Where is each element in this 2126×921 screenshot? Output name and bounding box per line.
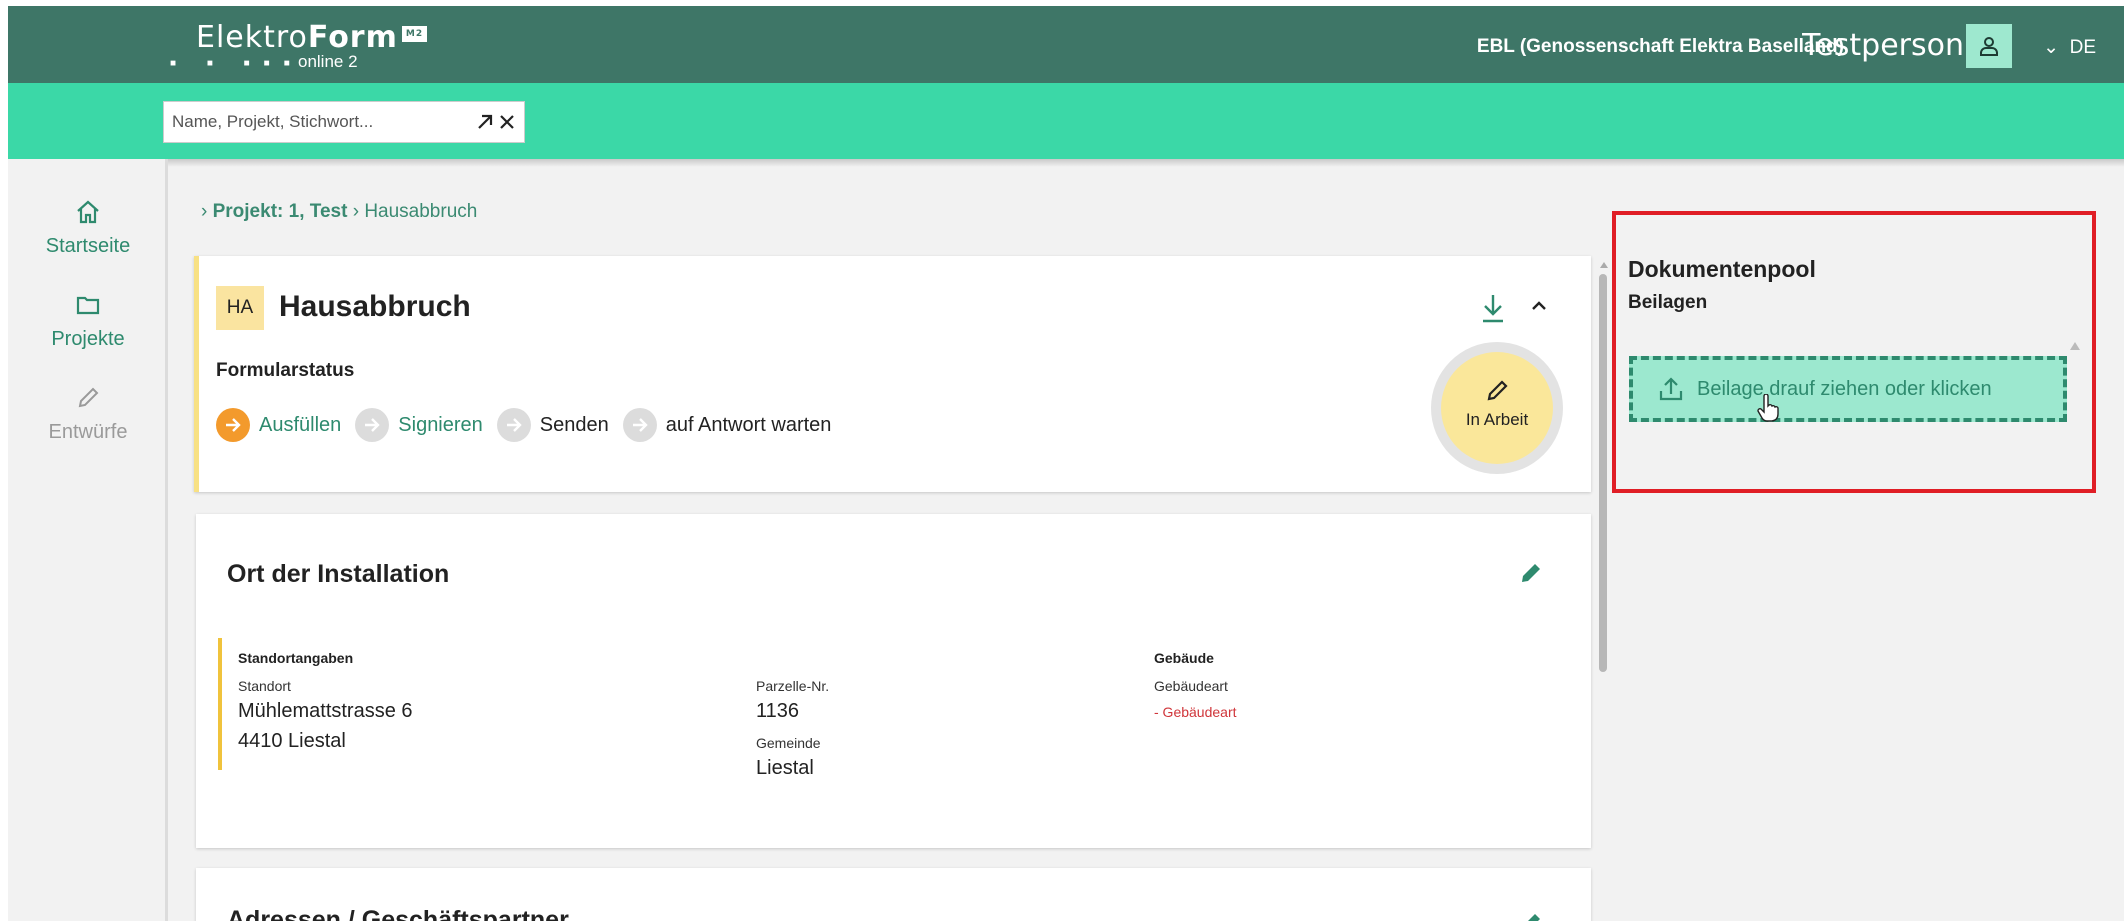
app-logo[interactable]: ElektroForm M2 ■ ■ ■■■ online 2 — [170, 20, 428, 71]
user-icon — [1980, 37, 1998, 56]
breadcrumb: › Projekt: 1, Test › Hausabbruch — [201, 201, 477, 223]
status-indicator: In Arbeit — [1431, 342, 1563, 474]
sidebar: Startseite Projekte Entwürfe — [8, 159, 168, 921]
search-input[interactable] — [172, 102, 462, 142]
status-inner: In Arbeit — [1441, 352, 1553, 464]
sidebar-item-projekte[interactable]: Projekte — [8, 292, 168, 351]
language-selector[interactable]: ⌄ DE — [2043, 36, 2096, 59]
arrow-right-icon — [496, 408, 531, 442]
pencil-icon — [1487, 380, 1508, 401]
chevron-right-icon: › — [352, 201, 360, 222]
form-title: Hausabbruch — [279, 290, 471, 323]
location-heading: Standortangaben — [238, 650, 354, 666]
section-title: Adressen / Geschäftspartner — [227, 906, 569, 921]
pencil-icon — [78, 387, 99, 408]
download-icon[interactable] — [1479, 292, 1507, 324]
parcel-value: 1136 — [756, 700, 800, 722]
logo-prefix: Elektro — [196, 20, 308, 55]
form-status-card: HA Hausabbruch Formularstatus Ausfüllen … — [194, 256, 1591, 492]
user-account-button[interactable] — [1966, 24, 2012, 68]
open-arrow-icon[interactable] — [474, 111, 496, 133]
document-pool-subtitle: Beilagen — [1628, 292, 1708, 313]
scroll-up-arrow-icon[interactable] — [1600, 262, 1608, 268]
sidebar-item-label: Projekte — [51, 328, 125, 350]
location-label: Standort — [238, 678, 291, 694]
edit-icon[interactable] — [1518, 910, 1544, 921]
document-pool-title: Dokumentenpool — [1628, 256, 1816, 282]
step-signieren[interactable]: Signieren — [355, 408, 483, 442]
step-label: Ausfüllen — [259, 413, 342, 436]
step-senden: Senden — [496, 408, 609, 442]
user-name: Testperson — [1802, 28, 1964, 63]
organization-name: EBL (Genossenschaft Elektra Baselland) — [1476, 36, 1844, 57]
installation-card: Ort der Installation Standortangaben Sta… — [196, 514, 1591, 848]
step-ausfuellen[interactable]: Ausfüllen — [216, 408, 341, 442]
municipality-label: Gemeinde — [756, 735, 821, 751]
chevron-up-icon[interactable] — [1529, 298, 1549, 312]
step-antwort-warten: auf Antwort warten — [622, 408, 832, 442]
arrow-right-icon — [216, 408, 250, 442]
location-accent-bar — [218, 638, 222, 770]
location-street: Mühlemattstrasse 6 — [238, 700, 413, 722]
step-label: auf Antwort warten — [665, 413, 832, 436]
status-steps: Ausfüllen Signieren Senden auf Antwort w… — [216, 408, 845, 442]
chevron-right-icon: › — [201, 201, 208, 222]
building-type-label: Gebäudeart — [1154, 678, 1228, 694]
logo-subtitle: online 2 — [298, 52, 358, 71]
sidebar-item-startseite[interactable]: Startseite — [8, 199, 168, 258]
sidebar-item-label: Startseite — [45, 235, 131, 257]
search-box — [163, 101, 525, 143]
sidebar-item-label: Entwürfe — [48, 421, 128, 443]
edit-icon[interactable] — [1518, 560, 1544, 586]
form-status-heading: Formularstatus — [216, 360, 355, 381]
header-shadow — [8, 159, 2124, 167]
form-type-badge: HA — [216, 286, 264, 330]
folder-icon — [76, 296, 100, 315]
home-icon — [77, 200, 99, 224]
parcel-label: Parzelle-Nr. — [756, 678, 830, 694]
step-label: Senden — [539, 413, 609, 436]
location-city: 4410 Liestal — [238, 730, 346, 752]
building-heading: Gebäude — [1154, 650, 1214, 666]
logo-badge: M2 — [401, 26, 428, 42]
main-scrollbar[interactable] — [1599, 274, 1607, 672]
address-card: Adressen / Geschäftspartner — [196, 868, 1591, 921]
language-label: DE — [2069, 37, 2096, 58]
attachment-drop-zone[interactable]: Beilage drauf ziehen oder klicken — [1629, 356, 2067, 422]
municipality-value: Liestal — [756, 757, 814, 779]
hand-cursor-icon — [1757, 394, 1779, 422]
document-pool-highlight — [1612, 211, 2096, 493]
chevron-down-icon: ⌄ — [2043, 37, 2060, 58]
arrow-right-icon — [355, 408, 390, 442]
top-header: ElektroForm M2 ■ ■ ■■■ online 2 EBL (Geno… — [8, 6, 2124, 83]
step-label: Signieren — [398, 413, 483, 436]
sidebar-item-entwuerfe[interactable]: Entwürfe — [8, 385, 168, 444]
app-window: ElektroForm M2 ■ ■ ■■■ online 2 EBL (Geno… — [8, 6, 2124, 921]
scroll-up-arrow-icon[interactable] — [2070, 342, 2080, 350]
status-badge: In Arbeit — [1465, 410, 1529, 429]
section-title: Ort der Installation — [227, 560, 450, 588]
logo-bold: Form — [307, 20, 398, 55]
breadcrumb-project-link[interactable]: Projekt: 1, Test — [213, 201, 348, 222]
logo-dots: ■ ■ ■■■ — [170, 58, 304, 69]
search-bar — [8, 83, 2124, 159]
close-icon[interactable] — [496, 111, 518, 133]
building-type-missing: - Gebäudeart — [1154, 704, 1237, 720]
drop-zone-label: Beilage drauf ziehen oder klicken — [1697, 377, 1992, 400]
logo-title: ElektroForm M2 — [196, 20, 428, 55]
upload-icon — [1659, 377, 1683, 401]
breadcrumb-current: Hausabbruch — [364, 201, 478, 222]
arrow-right-icon — [622, 408, 657, 442]
